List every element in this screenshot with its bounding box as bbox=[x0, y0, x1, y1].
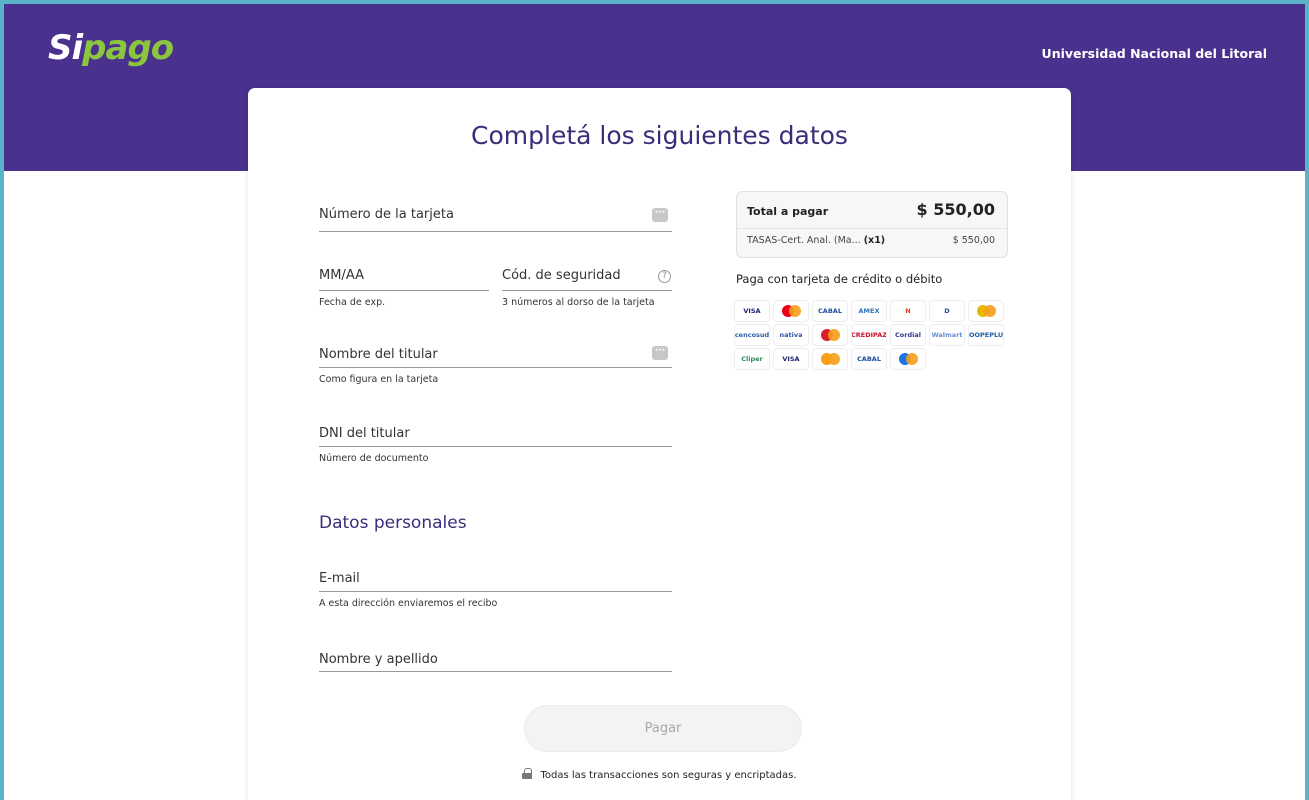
cordial-icon: Cordial bbox=[891, 325, 925, 345]
holder-dni-label: DNI del titular bbox=[319, 426, 410, 441]
security-note: Todas las transacciones son seguras y en… bbox=[248, 768, 1071, 781]
argenta-icon bbox=[813, 325, 847, 345]
security-code-field[interactable]: Cód. de seguridad ? 3 números al dorso d… bbox=[502, 268, 672, 308]
cabal-icon: CABAL bbox=[813, 301, 847, 321]
email-field[interactable]: E-mail A esta dirección enviaremos el re… bbox=[319, 571, 672, 609]
email-label: E-mail bbox=[319, 571, 360, 586]
summary-item-amount: $ 550,00 bbox=[952, 235, 995, 246]
holder-name-field[interactable]: Nombre del titular ··· Como figura en la… bbox=[319, 346, 672, 385]
walmart-icon: Walmart bbox=[930, 325, 964, 345]
pay-button[interactable]: Pagar bbox=[524, 705, 802, 752]
organization-name: Universidad Nacional del Litoral bbox=[1041, 46, 1267, 61]
cencosud-icon: cencosud bbox=[735, 325, 769, 345]
page-title: Completá los siguientes datos bbox=[471, 121, 848, 150]
holder-dni-hint: Número de documento bbox=[319, 453, 429, 464]
mastercard-icon bbox=[774, 301, 808, 321]
full-name-field[interactable]: Nombre y apellido bbox=[319, 652, 672, 678]
summary-item: TASAS-Cert. Anal. (Ma... (x1) bbox=[747, 235, 886, 246]
payment-methods-title: Paga con tarjeta de crédito o débito bbox=[736, 272, 943, 286]
order-summary: Total a pagar $ 550,00 TASAS-Cert. Anal.… bbox=[736, 191, 1008, 258]
expiry-hint: Fecha de exp. bbox=[319, 297, 386, 308]
help-icon[interactable]: ? bbox=[658, 270, 671, 283]
diners-icon: D bbox=[930, 301, 964, 321]
argencard-icon bbox=[969, 301, 1003, 321]
maestro-2-icon bbox=[891, 349, 925, 369]
naranja-icon: N bbox=[891, 301, 925, 321]
holder-name-label: Nombre del titular bbox=[319, 347, 438, 362]
lock-icon bbox=[522, 768, 533, 779]
cliper-icon: Cliper bbox=[735, 349, 769, 369]
visa-icon: VISA bbox=[735, 301, 769, 321]
security-code-label: Cód. de seguridad bbox=[502, 268, 621, 283]
card-number-field[interactable]: Número de la tarjeta ··· bbox=[319, 207, 672, 233]
sipago-logo[interactable]: Sipago bbox=[48, 28, 174, 68]
card-autofill-icon[interactable]: ··· bbox=[652, 208, 668, 222]
cabal-debito-icon: CABAL bbox=[852, 349, 886, 369]
browser-viewport: Sipago Universidad Nacional del Litoral … bbox=[0, 0, 1309, 800]
personal-data-heading: Datos personales bbox=[319, 513, 467, 533]
full-name-label: Nombre y apellido bbox=[319, 652, 438, 667]
nativa-icon: nativa bbox=[774, 325, 808, 345]
coopeplus-icon: COOPEPLUS bbox=[969, 325, 1003, 345]
holder-name-hint: Como figura en la tarjeta bbox=[319, 374, 439, 385]
security-code-hint: 3 números al dorso de la tarjeta bbox=[502, 297, 655, 308]
credipaz-icon: CREDIPAZ bbox=[852, 325, 886, 345]
name-autofill-icon[interactable]: ··· bbox=[652, 346, 668, 360]
expiry-label: MM/AA bbox=[319, 268, 364, 283]
payment-card: Completá los siguientes datos Número de … bbox=[248, 88, 1071, 800]
card-number-label: Número de la tarjeta bbox=[319, 207, 454, 222]
amex-icon: AMEX bbox=[852, 301, 886, 321]
visa-debito-icon: VISA bbox=[774, 349, 808, 369]
total-label: Total a pagar bbox=[747, 205, 829, 218]
holder-dni-field[interactable]: DNI del titular Número de documento bbox=[319, 426, 672, 464]
total-amount: $ 550,00 bbox=[916, 200, 995, 219]
maestro-icon bbox=[813, 349, 847, 369]
email-hint: A esta dirección enviaremos el recibo bbox=[319, 598, 498, 609]
expiry-field[interactable]: MM/AA Fecha de exp. bbox=[319, 268, 489, 308]
